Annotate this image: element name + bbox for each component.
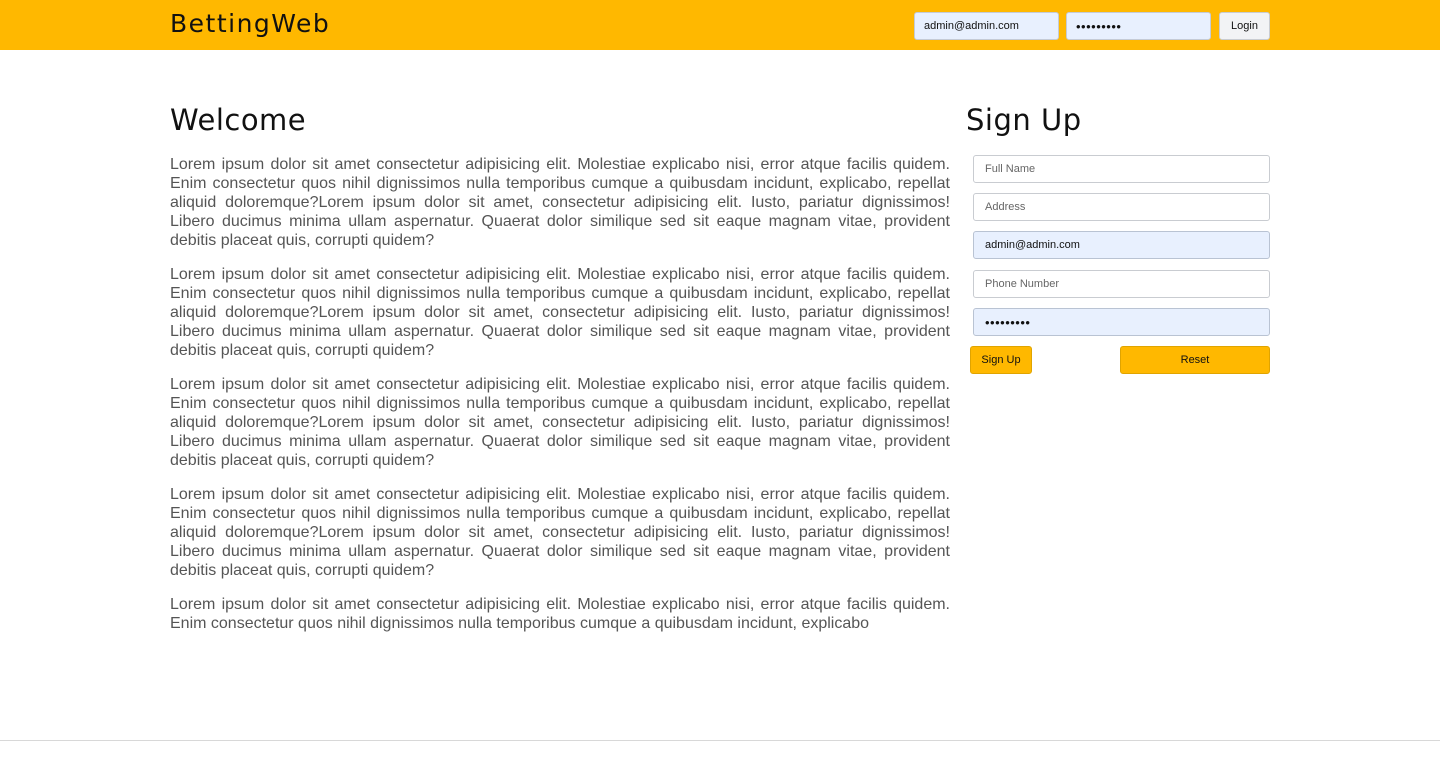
address-input[interactable] (973, 193, 1270, 221)
signup-button[interactable]: Sign Up (970, 346, 1032, 374)
top-navbar: BettingWeb Login (0, 0, 1440, 50)
full-name-input[interactable] (973, 155, 1270, 183)
login-password-input[interactable] (1066, 12, 1211, 40)
signup-heading: Sign Up (966, 103, 1082, 137)
welcome-paragraph-3: Lorem ipsum dolor sit amet consectetur a… (170, 376, 950, 469)
welcome-heading: Welcome (170, 103, 307, 137)
signup-email-input[interactable] (973, 231, 1270, 259)
welcome-content: Lorem ipsum dolor sit amet consectetur a… (170, 155, 950, 648)
signup-password-input[interactable] (973, 308, 1270, 336)
login-button[interactable]: Login (1219, 12, 1270, 40)
welcome-paragraph-1: Lorem ipsum dolor sit amet consectetur a… (170, 156, 950, 249)
brand-logo[interactable]: BettingWeb (170, 9, 330, 38)
phone-number-input[interactable] (973, 270, 1270, 298)
login-email-input[interactable] (914, 12, 1059, 40)
welcome-paragraph-2: Lorem ipsum dolor sit amet consectetur a… (170, 266, 950, 359)
reset-button[interactable]: Reset (1120, 346, 1270, 374)
welcome-paragraph-5: Lorem ipsum dolor sit amet consectetur a… (170, 596, 950, 632)
bottom-divider (0, 740, 1440, 764)
welcome-paragraph-4: Lorem ipsum dolor sit amet consectetur a… (170, 486, 950, 579)
